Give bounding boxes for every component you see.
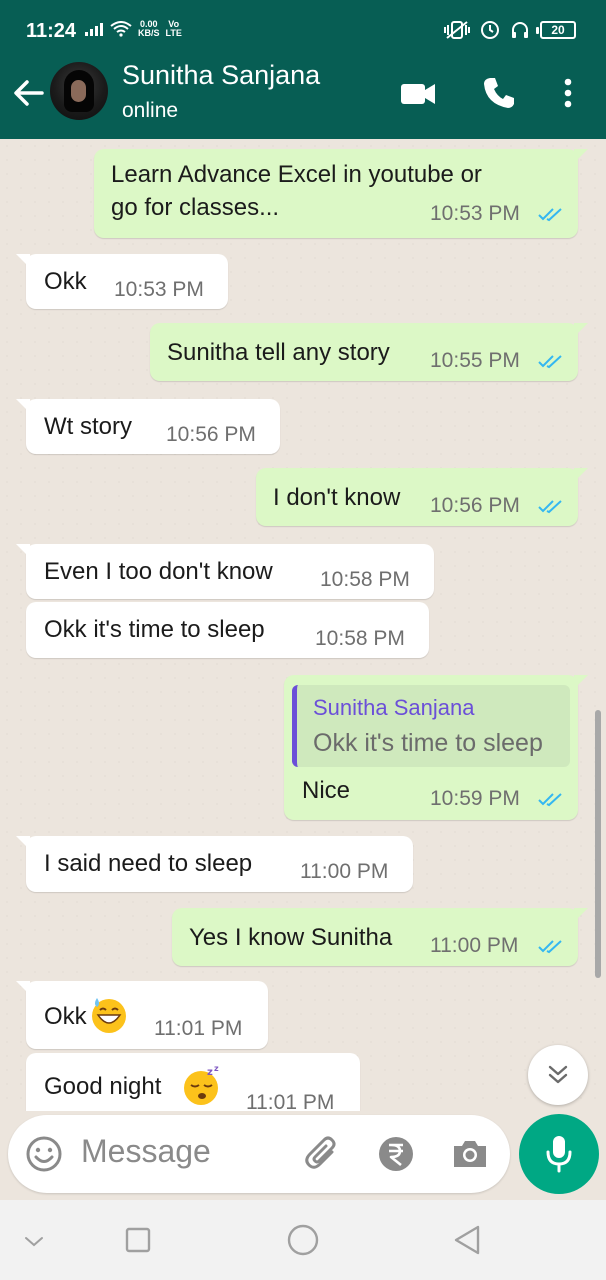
message-bubble-in[interactable]: I said need to sleep 11:00 PM bbox=[16, 836, 413, 892]
more-vertical-icon[interactable] bbox=[560, 76, 576, 110]
message-text: Okk bbox=[44, 268, 87, 295]
alarm-icon bbox=[481, 21, 499, 39]
message-text: Sunitha tell any story bbox=[167, 339, 390, 366]
chevron-down-icon[interactable] bbox=[14, 1220, 54, 1260]
message-bubble-in[interactable]: Okk 11:01 PM bbox=[16, 981, 268, 1049]
status-left-icons: 0.00 KB/S Vo LTE bbox=[84, 20, 182, 38]
message-bubble-out[interactable]: Yes I know Sunitha 11:00 PM bbox=[172, 908, 588, 966]
svg-text:z: z bbox=[207, 1067, 213, 1078]
camera-icon[interactable] bbox=[450, 1134, 490, 1174]
message-time: 10:55 PM bbox=[430, 349, 520, 372]
message-time: 10:56 PM bbox=[166, 423, 256, 446]
back-triangle-icon[interactable] bbox=[448, 1220, 488, 1260]
chat-area[interactable]: Learn Advance Excel in youtube or go for… bbox=[0, 139, 606, 1111]
status-bar: 11:24 0.00 KB/S Vo LTE 20 bbox=[0, 0, 606, 60]
contact-name[interactable]: Sunitha Sanjana bbox=[122, 60, 320, 91]
contact-status: online bbox=[122, 99, 179, 122]
grinning-sweat-emoji-icon bbox=[92, 998, 126, 1033]
read-receipt-icon bbox=[538, 940, 562, 954]
message-time: 11:00 PM bbox=[430, 934, 519, 957]
read-receipt-icon bbox=[538, 208, 562, 222]
message-time: 10:58 PM bbox=[315, 627, 405, 650]
message-text: go for classes... bbox=[111, 194, 280, 221]
vibrate-icon bbox=[444, 21, 470, 39]
message-bubble-in[interactable]: Wt story 10:56 PM bbox=[16, 399, 280, 454]
quoted-text: Okk it's time to sleep bbox=[313, 729, 543, 757]
paperclip-icon[interactable] bbox=[302, 1134, 342, 1174]
microphone-icon bbox=[546, 1136, 572, 1173]
message-time: 11:01 PM bbox=[246, 1091, 335, 1111]
message-text: Even I too don't know bbox=[44, 558, 273, 585]
chat-header: 11:24 0.00 KB/S Vo LTE 20 Sunitha Sanjan… bbox=[0, 0, 606, 139]
message-time: 10:53 PM bbox=[114, 278, 204, 301]
read-receipt-icon bbox=[538, 793, 562, 807]
read-receipt-icon bbox=[538, 355, 562, 369]
status-right-icons: 20 bbox=[444, 20, 576, 40]
message-time: 10:56 PM bbox=[430, 494, 520, 517]
read-receipt-icon bbox=[538, 500, 562, 514]
chevron-double-down-icon bbox=[548, 1065, 568, 1084]
message-text: I don't know bbox=[273, 484, 401, 511]
net-speed: 0.00 KB/S bbox=[138, 19, 160, 38]
recents-square-icon[interactable] bbox=[118, 1220, 158, 1260]
message-bubble-in[interactable]: Even I too don't know 10:58 PM bbox=[16, 544, 434, 599]
rupee-icon[interactable] bbox=[376, 1134, 416, 1174]
quoted-sender: Sunitha Sanjana bbox=[313, 695, 475, 720]
quoted-message[interactable]: Sunitha Sanjana Okk it's time to sleep bbox=[292, 685, 570, 767]
message-bubble-out-reply[interactable]: Sunitha Sanjana Okk it's time to sleep N… bbox=[284, 675, 588, 820]
message-input[interactable]: Message bbox=[81, 1133, 211, 1170]
smiley-icon[interactable] bbox=[24, 1134, 64, 1174]
message-text: Okk bbox=[44, 1003, 87, 1030]
scrollbar[interactable] bbox=[595, 710, 601, 978]
home-circle-icon[interactable] bbox=[283, 1220, 323, 1260]
message-text: Good night bbox=[44, 1073, 162, 1100]
message-text: Learn Advance Excel in youtube or bbox=[111, 161, 482, 188]
system-nav-bar bbox=[0, 1200, 606, 1280]
svg-text:z: z bbox=[214, 1065, 219, 1073]
phone-icon[interactable] bbox=[482, 76, 516, 110]
wifi-icon bbox=[110, 21, 132, 37]
message-bubble-out[interactable]: Sunitha tell any story 10:55 PM bbox=[150, 323, 588, 381]
net-type: Vo LTE bbox=[165, 19, 182, 38]
message-time: 10:59 PM bbox=[430, 787, 520, 810]
microphone-button[interactable] bbox=[519, 1114, 599, 1194]
message-bubble-in[interactable]: Okk 10:53 PM bbox=[16, 254, 228, 309]
message-text: Nice bbox=[302, 777, 351, 804]
arrow-left-icon[interactable] bbox=[12, 76, 46, 110]
message-bubble-out[interactable]: Learn Advance Excel in youtube or go for… bbox=[94, 149, 588, 238]
scroll-to-bottom-button[interactable] bbox=[528, 1045, 588, 1105]
message-text: Okk it's time to sleep bbox=[44, 616, 265, 643]
headphones-icon bbox=[512, 22, 528, 38]
message-composer[interactable]: Message bbox=[8, 1115, 510, 1193]
message-text: Yes I know Sunitha bbox=[189, 924, 393, 951]
message-bubble-in[interactable]: Good night z z 11:01 PM bbox=[26, 1053, 360, 1111]
message-time: 10:58 PM bbox=[320, 568, 410, 591]
battery-indicator: 20 bbox=[536, 21, 576, 39]
message-text: I said need to sleep bbox=[44, 850, 253, 877]
avatar[interactable] bbox=[50, 62, 108, 120]
message-time: 11:01 PM bbox=[154, 1017, 243, 1040]
message-bubble-in[interactable]: Okk it's time to sleep 10:58 PM bbox=[26, 602, 429, 658]
signal-icon bbox=[85, 23, 103, 36]
message-time: 11:00 PM bbox=[300, 860, 389, 883]
message-time: 10:53 PM bbox=[430, 202, 520, 225]
status-time: 11:24 bbox=[26, 20, 77, 42]
message-text: Wt story bbox=[44, 413, 132, 440]
sleeping-emoji-icon: z z bbox=[184, 1065, 219, 1105]
message-bubble-out[interactable]: I don't know 10:56 PM bbox=[256, 468, 588, 526]
video-camera-icon[interactable] bbox=[400, 76, 436, 110]
